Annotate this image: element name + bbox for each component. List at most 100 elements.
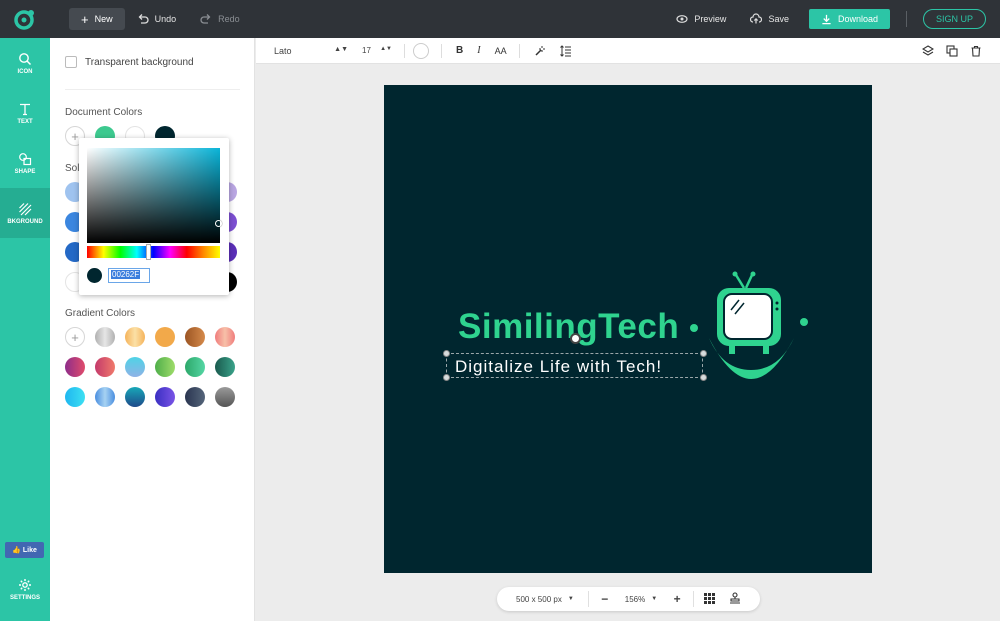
rail-item-icon[interactable]: ICON <box>0 38 50 88</box>
zoom-level-value: 156% <box>624 594 646 604</box>
zoom-in-button[interactable]: + <box>669 592 685 606</box>
rail-item-shape[interactable]: SHAPE <box>0 138 50 188</box>
redo-button-label: Redo <box>218 14 240 24</box>
undo-button[interactable]: Undo <box>125 8 189 30</box>
italic-button[interactable]: I <box>477 45 480 56</box>
text-case-button[interactable]: AA <box>495 46 507 56</box>
background-icon <box>19 202 32 215</box>
chevron-down-icon: ▼ <box>651 596 658 602</box>
rail-item-label: SHAPE <box>14 168 36 175</box>
zoom-level-select[interactable]: 156% ▼ <box>625 595 657 604</box>
delete-button[interactable] <box>970 45 982 57</box>
tagline-text-box[interactable]: Digitalize Life with Tech! <box>446 353 703 378</box>
gradient-color-swatch[interactable] <box>125 387 145 407</box>
resize-handle-bottom-left[interactable] <box>443 374 450 381</box>
gradient-color-swatch[interactable] <box>215 357 235 377</box>
grid-icon <box>704 592 716 604</box>
gradient-color-swatch[interactable] <box>95 357 115 377</box>
redo-button[interactable]: Redo <box>188 8 252 30</box>
preview-button[interactable]: Preview <box>664 8 738 30</box>
saturation-value-handle[interactable] <box>215 220 222 227</box>
hex-color-input[interactable]: 00262F <box>108 268 150 283</box>
sign-up-label: SIGN UP <box>935 14 973 24</box>
gradient-color-swatch[interactable] <box>185 357 205 377</box>
tagline-text[interactable]: Digitalize Life with Tech! <box>455 357 662 377</box>
add-gradient-color-button[interactable]: + <box>65 327 85 347</box>
gradient-color-swatch[interactable] <box>215 327 235 347</box>
document-colors-title: Document Colors <box>65 107 143 118</box>
gradient-color-swatch[interactable] <box>125 357 145 377</box>
sign-up-button[interactable]: SIGN UP <box>922 9 986 29</box>
redo-icon <box>200 14 211 24</box>
rail-item-background[interactable]: BKGROUND <box>0 188 50 238</box>
download-button[interactable]: Download <box>808 9 890 29</box>
current-color-preview <box>87 268 102 283</box>
gradient-color-swatch[interactable] <box>125 327 145 347</box>
app-logo-icon[interactable] <box>0 0 50 38</box>
topbar-divider <box>905 11 907 27</box>
line-spacing-button[interactable] <box>559 44 572 57</box>
text-color-button[interactable] <box>413 42 429 59</box>
layers-button[interactable] <box>922 44 934 57</box>
gradient-color-swatch[interactable] <box>155 327 175 347</box>
resize-handle-top-left[interactable] <box>443 350 450 357</box>
resize-handle-bottom-right[interactable] <box>700 374 707 381</box>
gradient-color-swatch[interactable] <box>155 357 175 377</box>
hue-slider-handle[interactable] <box>146 244 151 260</box>
panel-divider <box>65 89 240 90</box>
gradient-color-swatch[interactable] <box>95 387 115 407</box>
toolbar-divider <box>441 43 442 58</box>
save-button[interactable]: Save <box>738 8 801 30</box>
thumbs-up-icon: 👍 <box>12 547 21 554</box>
copy-icon <box>946 44 958 57</box>
gradient-colors-row: + <box>65 327 235 347</box>
font-size-select[interactable]: 17 ▲▼ <box>362 46 392 55</box>
gradient-color-swatch[interactable] <box>95 327 115 347</box>
rail-item-text[interactable]: TEXT <box>0 88 50 138</box>
canvas-size-select[interactable]: 500 x 500 px ▼ <box>516 595 574 604</box>
resize-handle-top-right[interactable] <box>700 350 707 357</box>
grid-toggle-button[interactable] <box>704 592 716 606</box>
gradient-color-swatch[interactable] <box>65 357 85 377</box>
bold-button[interactable]: B <box>456 45 463 56</box>
eye-icon <box>676 15 689 23</box>
gradient-color-swatch[interactable] <box>65 387 85 407</box>
layers-icon <box>922 44 934 56</box>
gear-icon <box>19 578 31 591</box>
toolbar-divider <box>518 43 520 58</box>
gradient-color-swatch[interactable] <box>215 387 235 407</box>
magic-wand-icon <box>535 45 545 56</box>
save-button-label: Save <box>768 14 789 24</box>
tv-mascot-icon[interactable] <box>709 270 809 385</box>
rail-item-label: BKGROUND <box>7 218 43 225</box>
color-picker-popup: 00262F <box>79 138 229 295</box>
duplicate-button[interactable] <box>946 44 958 57</box>
facebook-like-button[interactable]: 👍 Like <box>5 542 44 558</box>
new-button[interactable]: + New <box>69 8 125 30</box>
gradient-color-swatch[interactable] <box>185 327 205 347</box>
stamp-icon <box>730 592 741 604</box>
decorative-dot <box>690 324 698 332</box>
saturation-value-area[interactable] <box>87 148 220 243</box>
effects-button[interactable] <box>534 45 546 57</box>
hue-slider[interactable] <box>87 246 220 258</box>
chevron-down-icon: ▼ <box>567 596 574 602</box>
transparent-background-checkbox[interactable] <box>65 56 77 68</box>
gradient-color-swatch[interactable] <box>185 387 205 407</box>
font-family-value: Lato <box>274 45 292 56</box>
logo-title-text[interactable]: SimilingTech <box>458 307 679 347</box>
zoom-bar-divider <box>693 591 695 607</box>
settings-button[interactable]: SETTINGS <box>0 569 50 609</box>
gradient-color-swatch[interactable] <box>155 387 175 407</box>
new-button-label: New <box>94 14 113 24</box>
transparent-background-option[interactable]: Transparent background <box>65 56 194 68</box>
left-rail: ICON TEXT SHAPE BKGROUND 👍 Like SETTINGS <box>0 38 50 621</box>
shape-icon <box>19 152 32 165</box>
design-canvas[interactable]: SimilingTech Digitalize Life with Tech! <box>384 85 872 573</box>
snap-toggle-button[interactable] <box>729 592 741 606</box>
zoom-out-button[interactable]: − <box>597 592 613 606</box>
rail-item-label: TEXT <box>17 118 33 125</box>
font-family-select[interactable]: Lato ▲▼ <box>274 46 348 56</box>
rotate-handle[interactable] <box>570 333 581 344</box>
transparent-background-label: Transparent background <box>85 56 194 68</box>
